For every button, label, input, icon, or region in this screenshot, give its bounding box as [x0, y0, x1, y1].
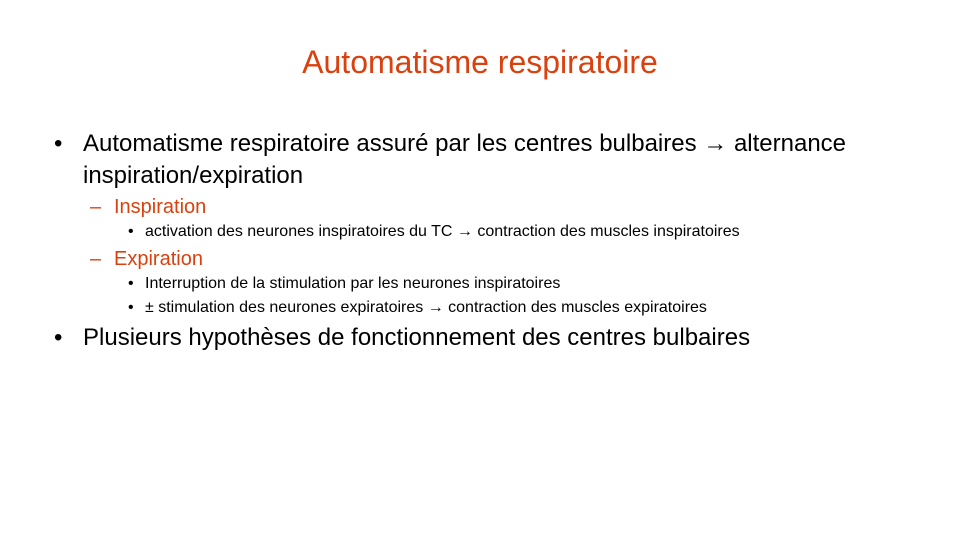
bullet-point: • Automatisme respiratoire assuré par le… — [54, 128, 934, 192]
dash-marker: – — [90, 196, 102, 218]
bullet-text: Plusieurs hypothèses de fonctionnement d… — [83, 324, 751, 351]
sub-point: – Expiration — [54, 246, 934, 272]
bullet-text: Automatisme respiratoire assuré par les … — [83, 130, 847, 189]
bullet-point: • Plusieurs hypothèses de fonctionnement… — [54, 322, 934, 354]
sub-point-label: Expiration — [114, 248, 203, 270]
bullet-marker: • — [128, 275, 134, 292]
slide-body: • Automatisme respiratoire assuré par le… — [54, 128, 934, 354]
bullet-marker: • — [128, 223, 134, 240]
detail-text: activation des neurones inspiratoires du… — [145, 223, 740, 240]
detail-text: ± stimulation des neurones expiratoires … — [145, 299, 707, 316]
sub-point-label: Inspiration — [114, 196, 207, 218]
bullet-marker: • — [54, 324, 63, 351]
detail-item: • activation des neurones inspiratoires … — [54, 220, 934, 244]
sub-point: – Inspiration — [54, 194, 934, 220]
bullet-marker: • — [54, 130, 63, 157]
bullet-marker: • — [128, 299, 134, 316]
dash-marker: – — [90, 248, 102, 270]
detail-item: • Interruption de la stimulation par les… — [54, 272, 934, 296]
detail-text: Interruption de la stimulation par les n… — [145, 275, 561, 292]
slide-title: Automatisme respiratoire — [302, 44, 658, 80]
detail-item: • ± stimulation des neurones expiratoire… — [54, 296, 934, 320]
